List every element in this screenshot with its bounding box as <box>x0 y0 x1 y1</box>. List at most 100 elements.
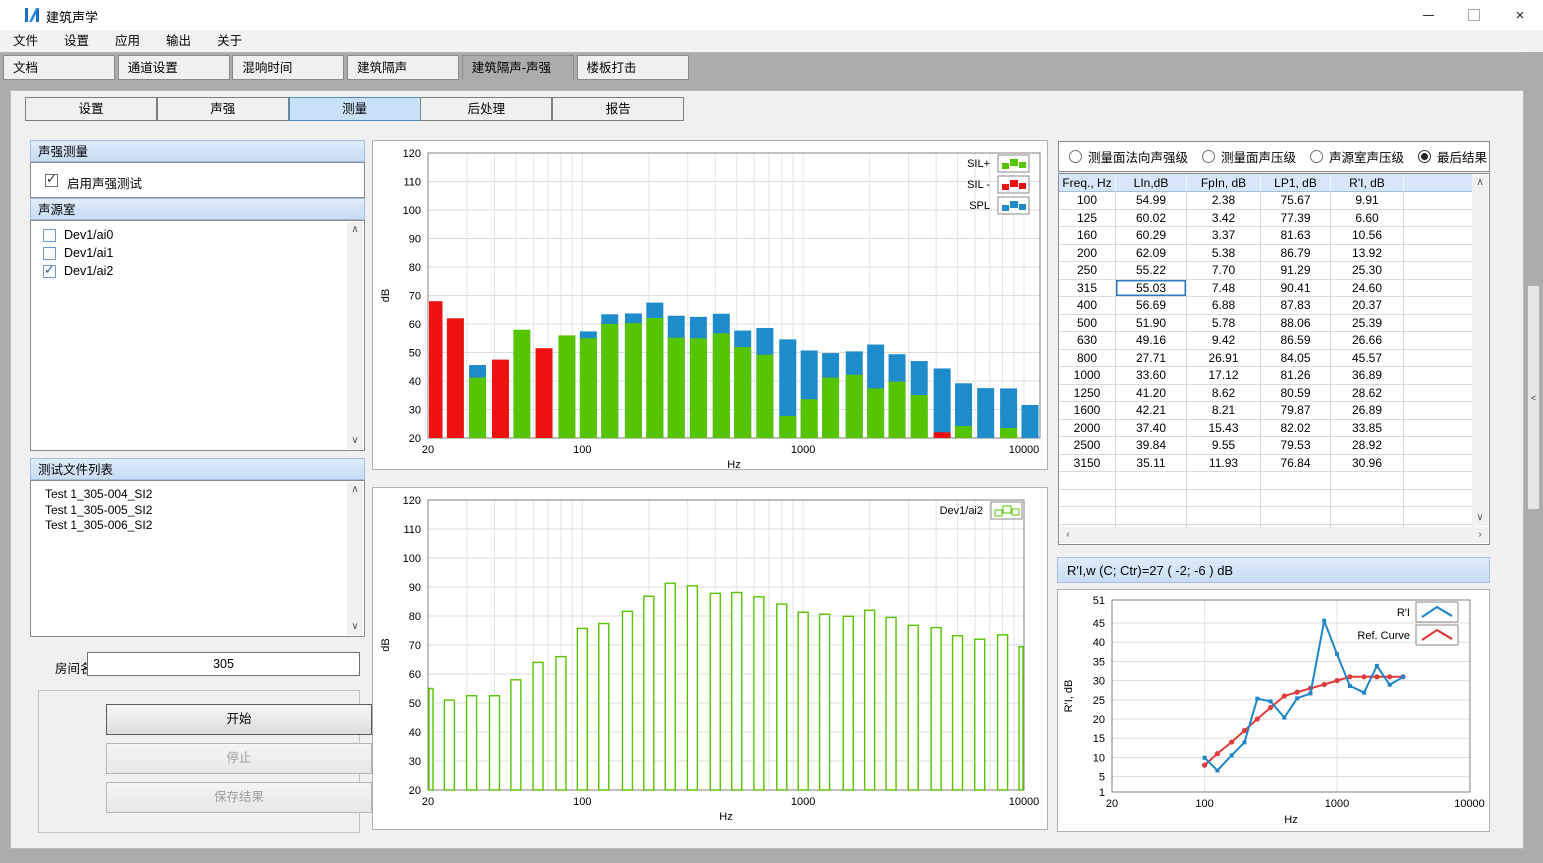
table-cell[interactable]: 80.59 <box>1261 385 1331 403</box>
table-cell[interactable] <box>1261 490 1331 508</box>
scroll-down-icon[interactable]: ∨ <box>347 619 363 635</box>
table-cell[interactable]: 7.70 <box>1187 262 1261 280</box>
table-cell[interactable] <box>1116 490 1187 508</box>
table-cell[interactable] <box>1404 315 1473 333</box>
table-cell[interactable] <box>1187 490 1261 508</box>
test-file-item-0[interactable]: Test 1_305-004_SI2 <box>31 487 364 503</box>
table-cell[interactable]: 2.38 <box>1187 192 1261 210</box>
table-cell[interactable] <box>1331 507 1404 525</box>
table-cell[interactable] <box>1404 297 1473 315</box>
table-cell[interactable]: 26.89 <box>1331 402 1404 420</box>
minimize-button[interactable] <box>1405 0 1451 30</box>
table-cell[interactable]: 86.59 <box>1261 332 1331 350</box>
column-header-3[interactable]: LP1, dB <box>1261 174 1331 192</box>
table-cell[interactable] <box>1059 490 1116 508</box>
channel-item-2[interactable]: ✓Dev1/ai2 <box>31 262 364 280</box>
scroll-down-icon[interactable]: ∨ <box>1472 510 1488 526</box>
scroll-right-icon[interactable]: › <box>1472 527 1488 543</box>
toolbar-button-1[interactable]: 声强 <box>157 97 289 121</box>
table-cell[interactable]: 2000 <box>1059 420 1116 438</box>
table-cell[interactable]: 15.43 <box>1187 420 1261 438</box>
table-cell[interactable]: 54.99 <box>1116 192 1187 210</box>
save-results-button[interactable]: 保存结果 <box>106 782 372 813</box>
table-cell[interactable]: 160 <box>1059 227 1116 245</box>
table-cell[interactable] <box>1261 507 1331 525</box>
table-cell[interactable]: 62.09 <box>1116 245 1187 263</box>
table-cell[interactable]: 55.03 <box>1116 280 1187 298</box>
table-cell[interactable]: 79.53 <box>1261 437 1331 455</box>
table-cell[interactable]: 3.37 <box>1187 227 1261 245</box>
table-cell[interactable]: 500 <box>1059 315 1116 333</box>
table-cell[interactable]: 1250 <box>1059 385 1116 403</box>
close-button[interactable]: × <box>1497 0 1543 30</box>
table-cell[interactable]: 3150 <box>1059 455 1116 473</box>
table-cell[interactable]: 7.48 <box>1187 280 1261 298</box>
table-cell[interactable]: 75.67 <box>1261 192 1331 210</box>
table-cell[interactable]: 28.62 <box>1331 385 1404 403</box>
table-cell[interactable]: 33.60 <box>1116 367 1187 385</box>
table-cell[interactable]: 39.84 <box>1116 437 1187 455</box>
menu-item-4[interactable]: 关于 <box>204 30 255 52</box>
menu-item-2[interactable]: 应用 <box>102 30 153 52</box>
table-cell[interactable] <box>1404 420 1473 438</box>
table-cell[interactable]: 42.21 <box>1116 402 1187 420</box>
table-cell[interactable] <box>1331 490 1404 508</box>
table-cell[interactable]: 315 <box>1059 280 1116 298</box>
channel-item-1[interactable]: Dev1/ai1 <box>31 244 364 262</box>
menu-item-1[interactable]: 设置 <box>51 30 102 52</box>
table-cell[interactable]: 630 <box>1059 332 1116 350</box>
table-cell[interactable] <box>1404 192 1473 210</box>
table-cell[interactable] <box>1404 385 1473 403</box>
vertical-scrollbar[interactable]: ∧∨ <box>347 482 363 635</box>
channel-checkbox-2[interactable]: ✓ <box>43 265 56 278</box>
table-cell[interactable]: 45.57 <box>1331 350 1404 368</box>
table-cell[interactable]: 82.02 <box>1261 420 1331 438</box>
scroll-down-icon[interactable]: ∨ <box>347 433 363 449</box>
table-cell[interactable]: 27.71 <box>1116 350 1187 368</box>
toolbar-button-4[interactable]: 报告 <box>552 97 684 121</box>
table-cell[interactable] <box>1404 332 1473 350</box>
table-cell[interactable] <box>1331 472 1404 490</box>
table-cell[interactable]: 76.84 <box>1261 455 1331 473</box>
table-cell[interactable]: 84.05 <box>1261 350 1331 368</box>
table-cell[interactable] <box>1404 227 1473 245</box>
table-cell[interactable]: 9.42 <box>1187 332 1261 350</box>
table-cell[interactable]: 51.90 <box>1116 315 1187 333</box>
horizontal-scrollbar[interactable]: ‹› <box>1060 527 1488 543</box>
table-cell[interactable]: 49.16 <box>1116 332 1187 350</box>
radio-3[interactable] <box>1418 150 1431 163</box>
table-cell[interactable]: 200 <box>1059 245 1116 263</box>
table-cell[interactable]: 6.88 <box>1187 297 1261 315</box>
table-cell[interactable] <box>1059 507 1116 525</box>
column-header-1[interactable]: LIn,dB <box>1116 174 1187 192</box>
column-header-2[interactable]: FpIn, dB <box>1187 174 1261 192</box>
table-cell[interactable] <box>1404 210 1473 228</box>
collapse-panel-button[interactable]: < <box>1527 285 1540 510</box>
table-cell[interactable]: 24.60 <box>1331 280 1404 298</box>
table-cell[interactable] <box>1404 280 1473 298</box>
table-cell[interactable]: 20.37 <box>1331 297 1404 315</box>
table-cell[interactable] <box>1187 507 1261 525</box>
tab-5[interactable]: 楼板打击 <box>577 55 689 80</box>
table-cell[interactable]: 88.06 <box>1261 315 1331 333</box>
table-cell[interactable]: 10.56 <box>1331 227 1404 245</box>
table-cell[interactable]: 3.42 <box>1187 210 1261 228</box>
table-cell[interactable]: 5.78 <box>1187 315 1261 333</box>
table-cell[interactable]: 60.02 <box>1116 210 1187 228</box>
table-cell[interactable]: 41.20 <box>1116 385 1187 403</box>
table-cell[interactable]: 90.41 <box>1261 280 1331 298</box>
table-cell[interactable]: 8.21 <box>1187 402 1261 420</box>
table-cell[interactable]: 125 <box>1059 210 1116 228</box>
table-cell[interactable]: 81.63 <box>1261 227 1331 245</box>
table-cell[interactable]: 17.12 <box>1187 367 1261 385</box>
column-header-5[interactable] <box>1404 174 1473 192</box>
scroll-left-icon[interactable]: ‹ <box>1060 527 1076 543</box>
table-cell[interactable]: 30.96 <box>1331 455 1404 473</box>
table-cell[interactable] <box>1404 507 1473 525</box>
table-cell[interactable] <box>1261 472 1331 490</box>
table-cell[interactable] <box>1404 402 1473 420</box>
table-cell[interactable] <box>1116 507 1187 525</box>
test-file-item-1[interactable]: Test 1_305-005_SI2 <box>31 503 364 519</box>
test-file-item-2[interactable]: Test 1_305-006_SI2 <box>31 518 364 534</box>
table-cell[interactable]: 35.11 <box>1116 455 1187 473</box>
